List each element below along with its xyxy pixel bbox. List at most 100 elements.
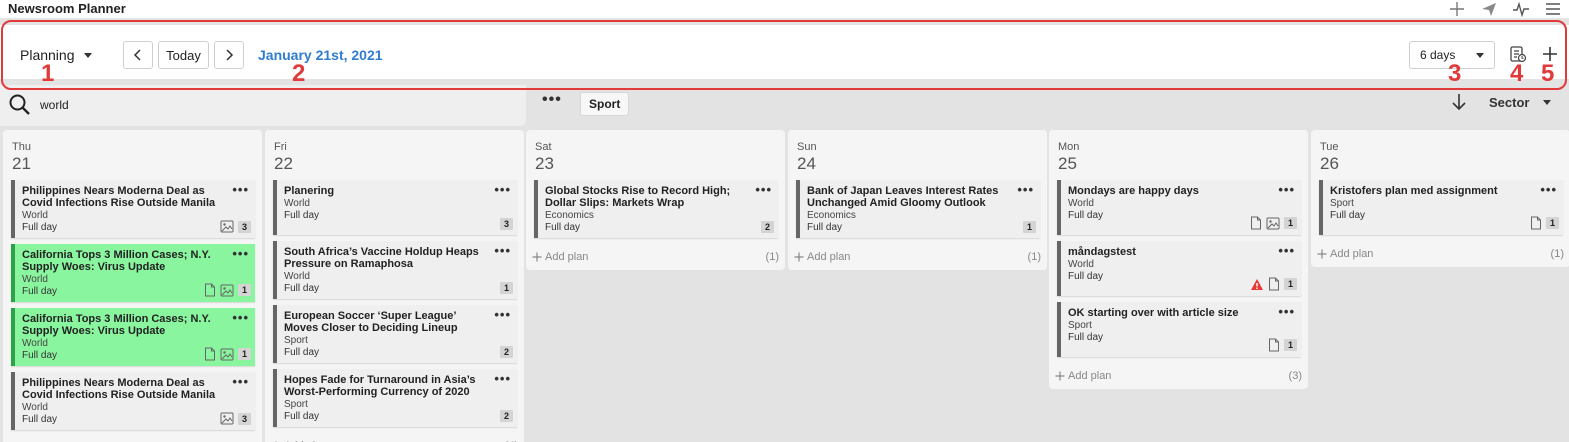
more-options-button[interactable]: ••• (1278, 304, 1295, 319)
plan-time: Full day (1330, 210, 1366, 221)
plan-sector: Sport (1068, 320, 1092, 331)
plan-title: Planering (284, 185, 335, 197)
plan-card[interactable]: OK starting over with article size Sport… (1057, 302, 1301, 357)
plan-title: Philippines Nears Moderna Deal as Covid … (22, 185, 216, 209)
app-bar-actions (1447, 0, 1563, 18)
plan-card[interactable]: Hopes Fade for Turnaround in Asia’s Wors… (273, 369, 517, 427)
more-options-button[interactable]: ••• (494, 243, 511, 258)
callout-4: 4 (1510, 60, 1524, 87)
day-of-week: Thu (12, 141, 31, 153)
add-plan-row: Add plan (1) (526, 244, 785, 270)
arrow-down-icon[interactable] (1450, 92, 1468, 117)
day-column-header: Fri 22 (265, 130, 524, 180)
plan-badges: 1 (1250, 216, 1297, 230)
plan-sector: Sport (284, 335, 308, 346)
plan-sector: World (1068, 259, 1094, 270)
today-button[interactable]: Today (158, 41, 209, 69)
more-options-button[interactable]: ••• (1017, 182, 1034, 197)
plus-icon[interactable] (1447, 0, 1467, 18)
add-plan-label: Add plan (1330, 248, 1374, 260)
plan-card[interactable]: måndagstest World Full day ••• 1 (1057, 241, 1301, 296)
more-options-button[interactable]: ••• (494, 307, 511, 322)
plan-badges: 1 (1268, 338, 1297, 352)
more-options-button[interactable]: ••• (1278, 182, 1295, 197)
day-column: Tue 26 Kristofers plan med assignment Sp… (1311, 130, 1569, 267)
plan-badges: 1 (1250, 277, 1297, 291)
more-options-button[interactable]: ••• (232, 246, 249, 261)
app-bar: Newsroom Planner (0, 0, 1569, 19)
plan-time: Full day (284, 283, 320, 294)
plan-card[interactable]: California Tops 3 Million Cases; N.Y. Su… (11, 308, 255, 366)
document-icon (1530, 216, 1542, 230)
plan-badges: 1 (1530, 216, 1559, 230)
plan-badges: 2 (500, 346, 513, 358)
plan-badges: 2 (761, 221, 774, 233)
plan-card[interactable]: European Soccer ‘Super League’ Moves Clo… (273, 305, 517, 363)
plus-icon (1317, 249, 1327, 259)
assignment-count-badge: 2 (500, 410, 513, 422)
plan-card[interactable]: Philippines Nears Moderna Deal as Covid … (11, 372, 255, 430)
day-number: 23 (535, 154, 554, 173)
plan-sector: World (284, 198, 310, 209)
plan-card[interactable]: California Tops 3 Million Cases; N.Y. Su… (11, 244, 255, 302)
callout-2: 2 (292, 60, 306, 87)
plan-title: South Africa’s Vaccine Holdup Heaps Pres… (284, 246, 479, 270)
plan-time: Full day (1068, 332, 1104, 343)
day-column-header: Sun 24 (788, 130, 1047, 180)
plan-card[interactable]: Global Stocks Rise to Record High; Dolla… (534, 180, 778, 238)
plan-time: Full day (284, 347, 320, 358)
image-icon (220, 348, 234, 361)
more-options-button[interactable]: ••• (755, 182, 772, 197)
add-plan-link[interactable]: Add plan (794, 251, 850, 263)
more-options-button[interactable]: ••• (232, 182, 249, 197)
menu-icon[interactable] (1543, 0, 1563, 18)
previous-button[interactable] (123, 41, 153, 69)
search-icon (9, 94, 30, 115)
planner-toolbar: Planning Today January 21st, 2021 6 days (0, 25, 1569, 79)
plan-card[interactable]: Bank of Japan Leaves Interest Rates Unch… (796, 180, 1040, 238)
plan-title: Global Stocks Rise to Record High; Dolla… (545, 185, 731, 209)
plan-card[interactable]: Planering World Full day ••• 3 (273, 180, 517, 235)
more-options-button[interactable]: ••• (494, 371, 511, 386)
add-plan-link[interactable]: Add plan (1317, 248, 1373, 260)
plan-count: (3) (1288, 370, 1302, 382)
plan-badges: 3 (220, 412, 251, 425)
plan-card[interactable]: Philippines Nears Moderna Deal as Covid … (11, 180, 255, 238)
app-title: Newsroom Planner (8, 1, 126, 16)
next-button[interactable] (214, 41, 244, 69)
plan-badges: 2 (500, 410, 513, 422)
plan-sector: World (22, 402, 48, 413)
document-icon (204, 347, 216, 361)
group-by-select[interactable]: Sector (1489, 95, 1552, 110)
warning-icon (1250, 278, 1264, 291)
add-plan-link[interactable]: Add plan (1055, 370, 1111, 382)
plan-badges: 3 (500, 218, 513, 230)
activity-icon[interactable] (1511, 0, 1531, 18)
more-options-button[interactable]: ••• (232, 374, 249, 389)
more-options-button[interactable]: ••• (494, 182, 511, 197)
view-select[interactable]: Planning (20, 47, 92, 63)
plan-badges: 1 (204, 283, 251, 297)
plus-icon (1055, 371, 1065, 381)
document-icon (204, 283, 216, 297)
send-icon[interactable] (1479, 0, 1499, 18)
more-options-button[interactable]: ••• (1540, 182, 1557, 197)
day-column: Mon 25 Mondays are happy days World Full… (1049, 130, 1308, 389)
add-plan-link[interactable]: Add plan (532, 251, 588, 263)
plan-sector: Economics (807, 210, 856, 221)
more-options-button[interactable]: ••• (1278, 243, 1295, 258)
more-filters-button[interactable]: ••• (542, 92, 562, 108)
current-date[interactable]: January 21st, 2021 (258, 47, 383, 63)
plan-card[interactable]: Mondays are happy days World Full day ••… (1057, 180, 1301, 235)
plan-card[interactable]: South Africa’s Vaccine Holdup Heaps Pres… (273, 241, 517, 299)
search-input[interactable] (40, 95, 510, 115)
plan-badges: 1 (500, 282, 513, 294)
more-options-button[interactable]: ••• (232, 310, 249, 325)
filter-chip-sport[interactable]: Sport (580, 92, 630, 116)
plan-card[interactable]: Kristofers plan med assignment Sport Ful… (1319, 180, 1563, 235)
assignment-count-badge: 3 (238, 220, 251, 233)
document-icon (1268, 277, 1280, 291)
group-by-label: Sector (1489, 95, 1530, 110)
add-plan-row: Add plan (1) (1311, 241, 1569, 267)
callout-5: 5 (1541, 60, 1555, 87)
